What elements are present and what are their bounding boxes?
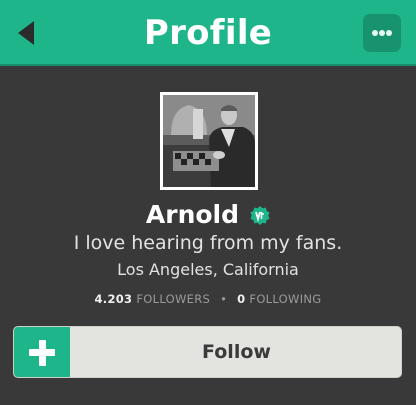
followers-link[interactable]: 4.203 FOLLOWERS [94,292,214,306]
followers-label: FOLLOWERS [136,292,211,306]
profile-name-row: Arnold [0,198,416,232]
follow-button[interactable]: Follow [13,326,402,378]
profile-name: Arnold [145,200,240,229]
followers-count: 4.203 [94,292,133,306]
stats-separator: • [220,292,228,306]
profile-bio: I love hearing from my fans. [73,232,343,254]
more-options-icon [372,30,378,36]
profile-screen: Profile Arnold I love hearing from my fa… [0,0,416,405]
avatar-photo [163,95,255,187]
page-title: Profile [143,13,273,53]
more-options-button[interactable] [363,14,401,52]
header-bar: Profile [0,0,416,66]
plus-icon [14,327,70,377]
verified-badge-icon [250,206,270,226]
more-options-icon [386,30,392,36]
avatar[interactable] [160,92,258,190]
following-link[interactable]: 0 FOLLOWING [237,292,321,306]
following-count: 0 [237,292,246,306]
more-options-icon [379,30,385,36]
follow-button-label: Follow [202,341,271,363]
profile-location: Los Angeles, California [117,260,299,279]
following-label: FOLLOWING [249,292,322,306]
profile-stats: 4.203 FOLLOWERS • 0 FOLLOWING [0,290,416,308]
